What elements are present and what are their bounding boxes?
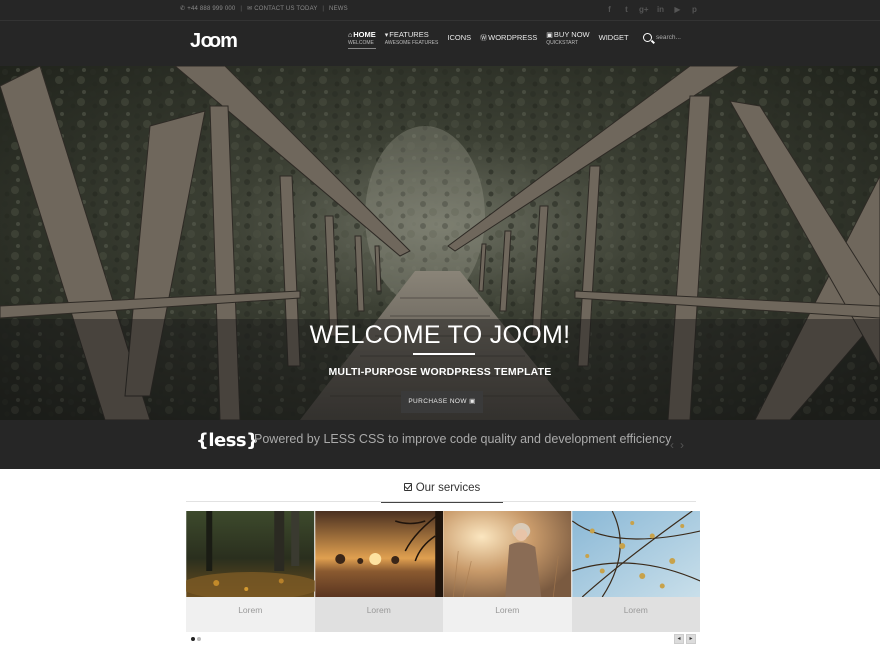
- news-link[interactable]: NEWS: [329, 6, 348, 12]
- nav-item-icons[interactable]: ICONS: [447, 30, 471, 42]
- forest-image: [186, 511, 315, 597]
- services-carousel: Lorem Lorem Lorem Lorem: [186, 511, 700, 632]
- nav-item-widget[interactable]: WIDGET: [599, 30, 629, 42]
- check-square-icon: [403, 483, 412, 491]
- services-title: Our services: [415, 482, 481, 494]
- nav-item-features[interactable]: ▾FEATURES AWESOME FEATURES: [385, 30, 439, 47]
- carousel-nav: ◂ ▸: [674, 634, 696, 644]
- nav-item-buy-now[interactable]: ▣BUY NOW QUICKSTART: [546, 30, 589, 47]
- main-nav: ⌂HOME WELCOME ▾FEATURES AWESOME FEATURES…: [348, 30, 638, 49]
- carousel-next-button[interactable]: ▸: [686, 634, 696, 644]
- phone-number: +44 888 999 000: [187, 6, 236, 12]
- cart-icon: ▣: [546, 32, 553, 39]
- chevron-right-icon[interactable]: ›: [680, 438, 690, 452]
- autumn-branches-image: [571, 511, 700, 597]
- search-input[interactable]: [656, 34, 706, 41]
- service-card[interactable]: Lorem: [186, 511, 315, 632]
- service-caption: Lorem: [314, 597, 443, 632]
- service-card[interactable]: Lorem: [443, 511, 572, 632]
- caret-down-icon: ▾: [384, 32, 389, 39]
- hero-title: WELCOME TO JOOM!: [309, 321, 571, 349]
- pinterest-icon[interactable]: p: [690, 5, 699, 15]
- youtube-icon[interactable]: ▶: [673, 5, 682, 15]
- carousel-pagination: [191, 637, 201, 641]
- nav-label: WORDPRESS: [488, 33, 538, 42]
- search-box: [643, 33, 706, 42]
- woman-field-image: [443, 511, 572, 597]
- services-heading: Our services: [381, 482, 503, 503]
- main-header: Joo m ⌂HOME WELCOME ▾FEATURES AWESOME FEA…: [0, 21, 880, 66]
- social-links: f t g+ in ▶ p: [605, 5, 699, 15]
- pagination-dot[interactable]: [197, 637, 201, 641]
- service-card[interactable]: Lorem: [571, 511, 700, 632]
- separator: |: [322, 6, 325, 12]
- pagination-dot-active[interactable]: [191, 637, 195, 641]
- logo-letter-j: J: [190, 30, 201, 52]
- sunset-field-image: [314, 511, 443, 597]
- banner-arrows: ‹›: [670, 438, 690, 452]
- twitter-icon[interactable]: t: [622, 5, 631, 15]
- nav-sublabel: AWESOME FEATURES: [384, 40, 439, 46]
- google-plus-icon[interactable]: g+: [639, 5, 649, 15]
- service-card[interactable]: Lorem: [314, 511, 443, 632]
- chevron-left-icon[interactable]: ‹: [670, 438, 680, 452]
- hero-divider: [413, 353, 475, 355]
- facebook-icon[interactable]: f: [605, 5, 614, 15]
- contact-link[interactable]: CONTACT US TODAY: [254, 6, 317, 12]
- wordpress-icon: Ⓦ: [480, 35, 488, 42]
- nav-label: ICONS: [447, 33, 472, 42]
- linkedin-icon[interactable]: in: [656, 5, 665, 15]
- hero-subtitle: MULTI-PURPOSE WORDPRESS TEMPLATE: [328, 366, 552, 378]
- less-tagline: Powered by LESS CSS to improve code qual…: [254, 432, 672, 446]
- less-banner: {less} Powered by LESS CSS to improve co…: [0, 420, 880, 469]
- nav-sublabel: QUICKSTART: [546, 40, 579, 46]
- separator: |: [240, 6, 243, 12]
- service-caption: Lorem: [186, 597, 315, 632]
- logo-letter-m: m: [220, 30, 238, 52]
- cart-icon: ▣: [469, 398, 476, 405]
- purchase-now-button[interactable]: PURCHASE NOW ▣: [401, 391, 483, 413]
- nav-label: FEATURES: [389, 30, 429, 39]
- home-icon: ⌂: [348, 32, 353, 39]
- mail-icon: ✉: [246, 6, 253, 12]
- nav-item-home[interactable]: ⌂HOME WELCOME: [348, 30, 376, 49]
- service-caption: Lorem: [443, 597, 572, 632]
- site-logo[interactable]: Joo m: [190, 30, 238, 53]
- services-heading-row: Our services: [186, 480, 696, 503]
- carousel-prev-button[interactable]: ◂: [674, 634, 684, 644]
- service-caption: Lorem: [571, 597, 700, 632]
- top-bar: ✆ +44 888 999 000 | ✉ CONTACT US TODAY | N…: [0, 0, 880, 21]
- contact-info: ✆ +44 888 999 000 | ✉ CONTACT US TODAY | N…: [180, 5, 348, 12]
- button-label: PURCHASE NOW: [408, 398, 467, 405]
- hero-slider: WELCOME TO JOOM! MULTI-PURPOSE WORDPRESS…: [0, 66, 880, 420]
- less-logo: {less}: [196, 430, 259, 451]
- nav-item-wordpress[interactable]: ⓌWORDPRESS: [480, 30, 537, 43]
- nav-sublabel: WELCOME: [348, 40, 374, 46]
- search-icon[interactable]: [643, 33, 652, 42]
- logo-letters-oo: oo: [200, 30, 222, 52]
- nav-label: HOME: [353, 30, 376, 39]
- nav-label: WIDGET: [598, 33, 629, 42]
- nav-label: BUY NOW: [553, 30, 590, 39]
- phone-icon: ✆: [180, 6, 186, 12]
